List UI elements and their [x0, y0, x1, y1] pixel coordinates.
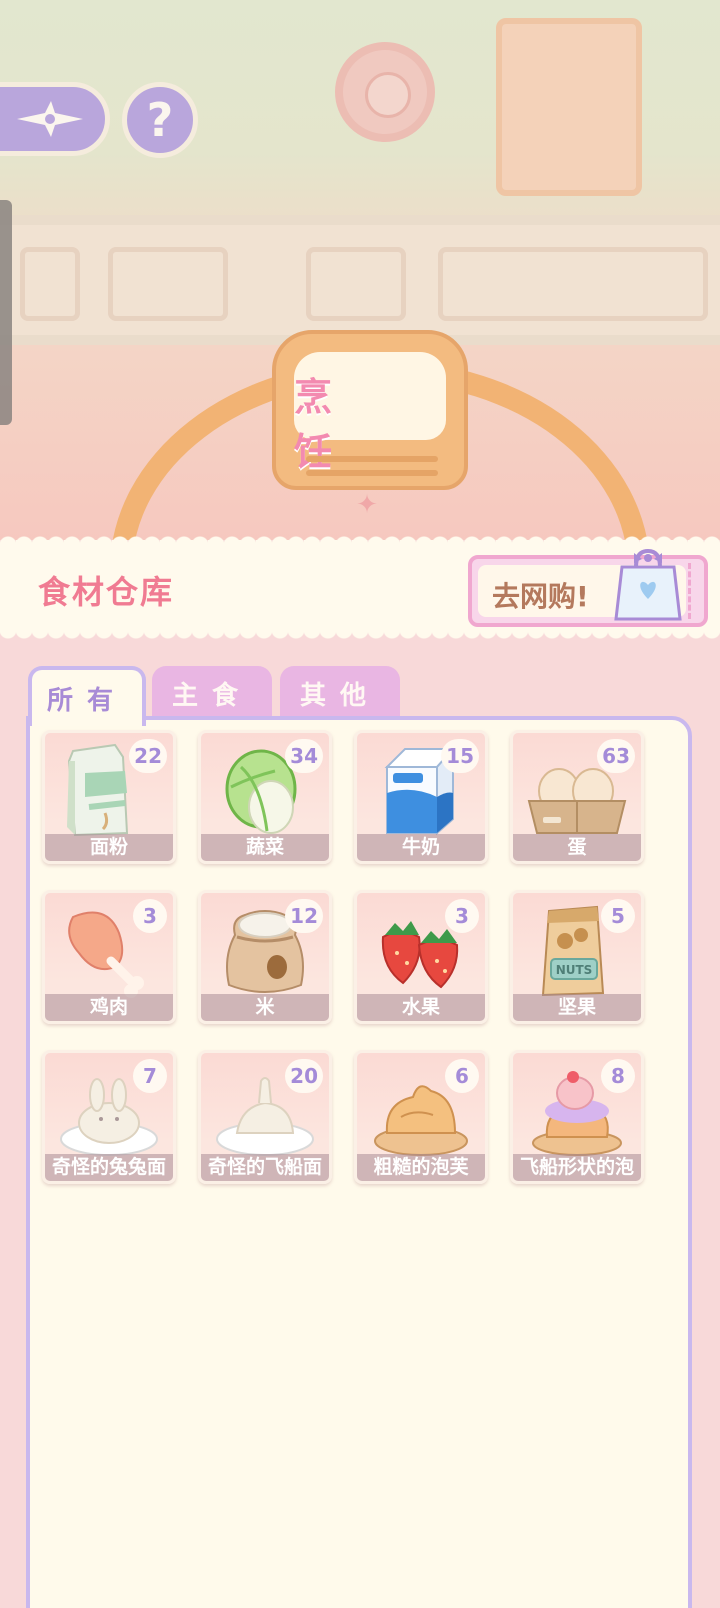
item-name: 蛋 — [513, 834, 641, 861]
item-card-ship-puff[interactable]: 8 飞船形状的泡 — [510, 1050, 644, 1184]
floor-ornament: ✦ — [356, 490, 378, 520]
item-count-badge: 63 — [597, 739, 635, 773]
tab-staple[interactable]: 主食 — [152, 666, 272, 720]
inventory-panel: 22 面粉 34 蔬菜 15 牛奶 63 蛋 3 鸡肉 12 米 3 水果 NU… — [26, 716, 692, 1608]
go-shopping-label: 去网购! — [492, 580, 589, 613]
item-name: 水果 — [357, 994, 485, 1021]
help-button[interactable]: ? — [122, 82, 198, 158]
tab-other[interactable]: 其他 — [280, 666, 400, 720]
item-card-vegetable[interactable]: 34 蔬菜 — [198, 730, 332, 864]
item-count-badge: 6 — [445, 1059, 479, 1093]
shopping-bag-icon — [614, 548, 682, 621]
svg-text:NUTS: NUTS — [556, 963, 593, 977]
item-count-badge: 12 — [285, 899, 323, 933]
wall-ornament — [335, 42, 435, 142]
item-name: 面粉 — [45, 834, 173, 861]
item-card-rough-puff[interactable]: 6 粗糙的泡芙 — [354, 1050, 488, 1184]
item-card-bunny-noodle[interactable]: 7 奇怪的兔兔面 — [42, 1050, 176, 1184]
item-name: 奇怪的飞船面 — [201, 1154, 329, 1181]
item-card-milk[interactable]: 15 牛奶 — [354, 730, 488, 864]
item-count-badge: 22 — [129, 739, 167, 773]
wall-panel — [306, 247, 406, 321]
wall-panel — [438, 247, 708, 321]
wall-picture-frame — [496, 18, 642, 196]
item-count-badge: 5 — [601, 899, 635, 933]
cooking-sign: 烹 饪 — [272, 330, 468, 490]
item-card-nuts[interactable]: NUTS 5 坚果 — [510, 890, 644, 1024]
item-count-badge: 7 — [133, 1059, 167, 1093]
kitchen-scene: 烹 饪 ✦ ? — [0, 0, 720, 545]
item-card-ship-noodle[interactable]: 20 奇怪的飞船面 — [198, 1050, 332, 1184]
item-name: 蔬菜 — [201, 834, 329, 861]
item-count-badge: 3 — [445, 899, 479, 933]
item-card-rice[interactable]: 12 米 — [198, 890, 332, 1024]
item-name: 坚果 — [513, 994, 641, 1021]
cooking-label: 烹 饪 — [294, 374, 357, 474]
back-button[interactable] — [0, 82, 110, 156]
item-count-badge: 15 — [441, 739, 479, 773]
page-title: 食材仓库 — [38, 573, 175, 611]
item-name: 飞船形状的泡 — [513, 1154, 641, 1181]
item-name: 牛奶 — [357, 834, 485, 861]
item-name: 米 — [201, 994, 329, 1021]
item-count-badge: 8 — [601, 1059, 635, 1093]
tab-other-label: 其他 — [299, 680, 380, 711]
item-card-egg[interactable]: 63 蛋 — [510, 730, 644, 864]
item-count-badge: 20 — [285, 1059, 323, 1093]
item-name: 奇怪的兔兔面 — [45, 1154, 173, 1181]
item-name: 鸡肉 — [45, 994, 173, 1021]
item-count-badge: 34 — [285, 739, 323, 773]
tab-staple-label: 主食 — [171, 680, 252, 711]
item-card-fruit[interactable]: 3 水果 — [354, 890, 488, 1024]
side-drawer-handle[interactable] — [0, 200, 12, 425]
tab-all[interactable]: 所有 — [28, 666, 146, 726]
wall-panel — [108, 247, 228, 321]
star-compass-icon — [17, 101, 83, 137]
inventory-header: 食材仓库 去网购! — [0, 529, 720, 642]
item-name: 粗糙的泡芙 — [357, 1154, 485, 1181]
help-icon: ? — [146, 93, 174, 147]
go-shopping-button[interactable]: 去网购! — [468, 548, 708, 627]
item-card-flour[interactable]: 22 面粉 — [42, 730, 176, 864]
tab-all-label: 所有 — [46, 685, 127, 716]
item-card-chicken[interactable]: 3 鸡肉 — [42, 890, 176, 1024]
wall-panel — [20, 247, 80, 321]
item-count-badge: 3 — [133, 899, 167, 933]
